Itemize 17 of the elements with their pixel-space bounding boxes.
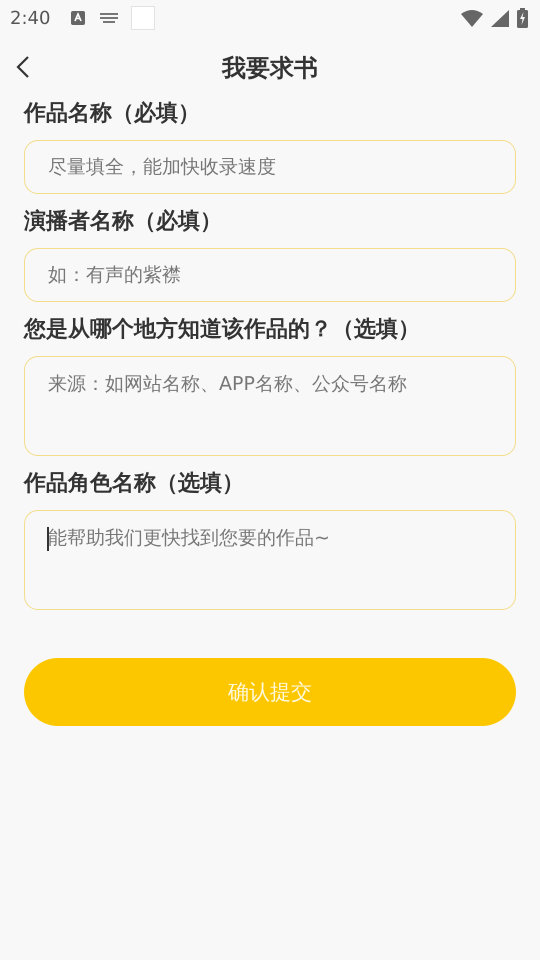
field-label: 您是从哪个地方知道该作品的？（选填） <box>24 316 421 344</box>
input-field[interactable]: 来源：如网站名称、APP名称、公众号名称 <box>24 356 516 456</box>
input-field[interactable]: 能帮助我们更快找到您要的作品~ <box>24 510 516 610</box>
keyboard-icon <box>100 13 118 23</box>
back-icon <box>16 55 30 79</box>
field-label: 作品角色名称（选填） <box>24 470 245 498</box>
back-button[interactable] <box>16 55 30 79</box>
input-field[interactable]: 尽量填全，能加快收录速度 <box>24 140 516 194</box>
page-title: 我要求书 <box>222 53 318 84</box>
signal-icon <box>491 10 509 26</box>
wifi-icon <box>461 10 483 26</box>
battery-charging-icon <box>517 8 528 28</box>
input-field[interactable]: 如：有声的紫襟 <box>24 248 516 302</box>
field-label: 作品名称（必填） <box>24 100 201 128</box>
field-label: 演播者名称（必填） <box>24 208 223 236</box>
status-time: 2:40 <box>10 8 50 28</box>
text-input-icon <box>70 10 86 26</box>
